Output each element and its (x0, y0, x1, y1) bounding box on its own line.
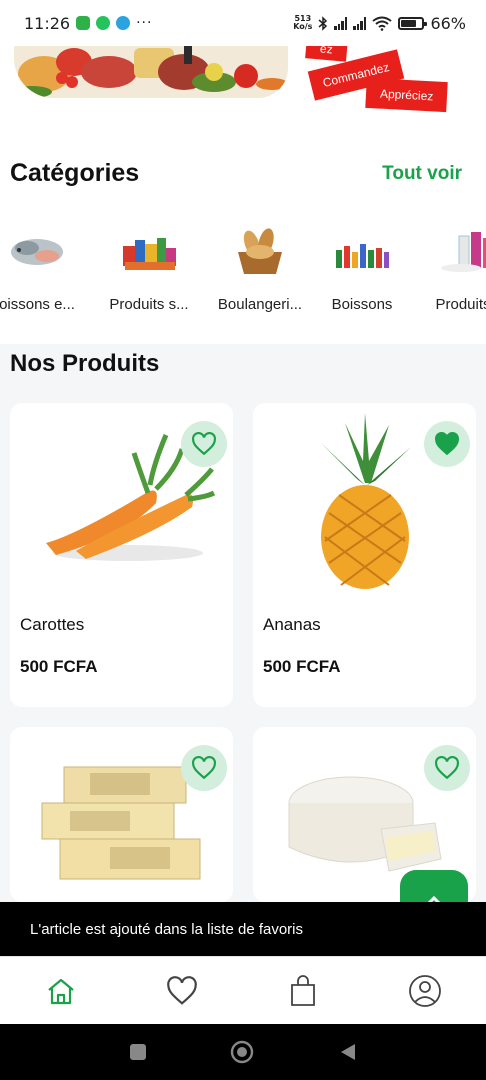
categories-title: Catégories (10, 159, 140, 187)
square-icon (130, 1044, 146, 1060)
whatsapp-notification-icon (96, 16, 111, 30)
wifi-icon (372, 16, 393, 31)
product-card-ananas[interactable]: Ananas 500 FCFA (253, 403, 476, 707)
back-button[interactable] (336, 1040, 360, 1064)
pineapple-image (321, 413, 411, 589)
banner-tag-appreciez: Appréciez (365, 77, 449, 113)
category-label: Produits (435, 296, 486, 313)
category-label: Produits s... (109, 296, 189, 313)
heart-icon (166, 976, 197, 1005)
telegram-notification-icon (116, 16, 131, 30)
heart-outline-icon (435, 756, 459, 780)
bottom-navigation (0, 956, 486, 1024)
home-button[interactable] (230, 1040, 254, 1064)
recent-apps-button[interactable] (126, 1040, 150, 1064)
signal-strength-2-icon (353, 16, 367, 30)
see-all-categories-link[interactable]: Tout voir (382, 163, 462, 185)
category-item-seafood[interactable]: oissons e... (0, 226, 92, 313)
battery-percent: 66% (430, 13, 466, 33)
shopping-bag-icon (290, 975, 315, 1006)
category-item-drinks[interactable]: Boissons (307, 226, 417, 313)
favorite-toggle[interactable] (181, 745, 227, 791)
product-name: Carottes (20, 615, 85, 634)
product-card-butter[interactable] (10, 727, 233, 902)
system-navigation-bar (0, 1024, 486, 1080)
category-item-grocery[interactable]: Produits s... (94, 226, 204, 313)
nav-home[interactable] (0, 957, 121, 1025)
promo-banner[interactable]: ez Commandez Appréciez (0, 46, 486, 114)
vegetables-banner-image (14, 46, 288, 98)
heart-outline-icon (192, 756, 216, 780)
status-time: 11:26 (24, 13, 71, 33)
banner-tag-ez: ez (305, 46, 348, 62)
product-price: 500 FCFA (263, 657, 341, 676)
signal-strength-icon (334, 16, 348, 30)
home-icon (47, 978, 74, 1005)
heart-outline-icon (192, 432, 216, 456)
favorite-toggle[interactable] (181, 421, 227, 467)
product-name: Ananas (263, 615, 321, 634)
triangle-back-icon (341, 1044, 355, 1060)
heart-filled-icon (435, 432, 459, 456)
product-card-carottes[interactable]: Carottes 500 FCFA (10, 403, 233, 707)
snackbar: L'article est ajouté dans la liste de fa… (0, 902, 486, 956)
category-item-household[interactable]: Produits (408, 226, 486, 313)
grocery-products-image (123, 238, 176, 270)
bread-basket-image (238, 228, 282, 274)
status-right: 513 Ko/s 66% (293, 14, 466, 33)
drinks-image (336, 244, 389, 268)
favorite-toggle[interactable] (424, 421, 470, 467)
category-label: Boulangeri... (217, 296, 303, 313)
nav-profile[interactable] (364, 957, 485, 1025)
battery-icon (398, 16, 428, 30)
circle-icon (230, 1040, 254, 1064)
status-left: 11:26 ··· (24, 14, 152, 33)
category-label: Boissons (331, 296, 393, 313)
network-speed: 513 Ko/s (293, 15, 312, 31)
household-products-image (441, 232, 486, 272)
status-bar: 11:26 ··· 513 Ko/s 66% (0, 0, 486, 46)
messages-notification-icon (76, 16, 91, 30)
more-notifications-icon: ··· (136, 15, 153, 31)
profile-icon (408, 975, 441, 1007)
snackbar-message: L'article est ajouté dans la liste de fa… (30, 920, 304, 938)
bluetooth-icon (318, 15, 328, 31)
favorite-toggle[interactable] (424, 745, 470, 791)
nav-favorites[interactable] (121, 957, 242, 1025)
network-speed-unit: Ko/s (293, 22, 313, 31)
butter-image (41, 766, 201, 880)
seafood-image (11, 239, 63, 265)
category-label: oissons e... (0, 296, 75, 313)
products-title: Nos Produits (10, 350, 160, 377)
product-price: 500 FCFA (20, 657, 98, 676)
nav-cart[interactable] (242, 957, 363, 1025)
brie-cheese-image (288, 776, 442, 872)
category-item-bakery[interactable]: Boulangeri... (205, 226, 315, 313)
